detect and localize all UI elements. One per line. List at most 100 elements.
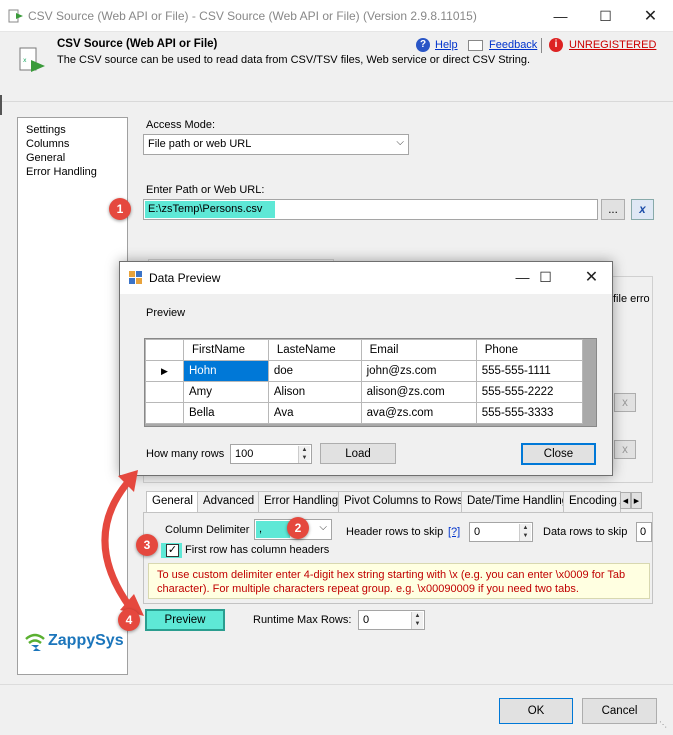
- tab-advanced[interactable]: Advanced: [197, 491, 261, 512]
- zappysys-logo: ZappySys: [24, 630, 124, 652]
- window-title: CSV Source (Web API or File) - CSV Sourc…: [28, 9, 477, 23]
- info-icon: i: [549, 38, 563, 52]
- help-icon[interactable]: ?: [416, 38, 430, 52]
- data-rows-label: Data rows to skip: [543, 526, 628, 538]
- column-header[interactable]: LasteName: [267, 339, 362, 361]
- first-row-headers-label: First row has column headers: [185, 544, 330, 556]
- preview-button[interactable]: Preview: [145, 609, 225, 631]
- sidebar-item-columns[interactable]: Columns: [26, 137, 127, 151]
- grid-cell[interactable]: alison@zs.com: [360, 381, 477, 403]
- preview-grid[interactable]: FirstName LasteName Email Phone ▶ Hohn d…: [144, 338, 597, 427]
- csv-file-icon: x: [19, 47, 45, 72]
- column-delimiter-label: Column Delimiter: [165, 524, 250, 536]
- load-button[interactable]: Load: [320, 443, 396, 464]
- first-row-headers-checkbox[interactable]: ✓: [166, 544, 179, 557]
- sidebar-item-settings[interactable]: Settings: [26, 123, 127, 137]
- header-rows-help-link[interactable]: [?]: [448, 526, 460, 538]
- grid-cell[interactable]: 555-555-3333: [475, 402, 584, 424]
- minimize-button[interactable]: —: [538, 0, 583, 32]
- delimiter-value: ,: [259, 523, 263, 535]
- row-header: [145, 381, 184, 403]
- tab-error-handling[interactable]: Error Handling: [258, 491, 345, 512]
- tab-scroll-right-icon[interactable]: ▶: [631, 492, 642, 509]
- resize-grip-icon[interactable]: ⋱: [659, 720, 669, 730]
- grid-cell[interactable]: 555-555-2222: [475, 381, 584, 403]
- grid-cell[interactable]: 555-555-1111: [475, 360, 584, 382]
- footer-divider: [0, 684, 673, 685]
- dialog-close-button[interactable]: Close: [521, 443, 596, 465]
- step-badge-3: 3: [136, 534, 158, 556]
- app-icon: [8, 9, 23, 23]
- spin-arrows-icon[interactable]: ▲ ▼: [298, 446, 310, 463]
- tab-general[interactable]: General: [146, 491, 199, 514]
- preview-window-icon: [129, 271, 142, 284]
- header-rows-stepper[interactable]: 0 ▲ ▼: [469, 522, 533, 542]
- spin-arrows-icon[interactable]: ▲ ▼: [519, 524, 531, 541]
- grid-cell-selected[interactable]: Hohn: [183, 360, 269, 382]
- step-badge-4: 4: [118, 609, 140, 631]
- data-rows-stepper[interactable]: 0: [636, 522, 652, 542]
- tab-datetime[interactable]: Date/Time Handling: [461, 491, 575, 512]
- rows-count-stepper[interactable]: 100 ▲ ▼: [230, 444, 312, 464]
- dialog-maximize-button[interactable]: ☐: [523, 262, 568, 292]
- runtime-max-rows-value: 0: [363, 614, 370, 626]
- window-titlebar: CSV Source (Web API or File) - CSV Sourc…: [0, 0, 673, 32]
- data-preview-dialog: Data Preview — ☐ ✕ Preview FirstName Las…: [119, 261, 613, 476]
- delimiter-help-note: To use custom delimiter enter 4-digit he…: [148, 563, 650, 599]
- access-mode-select[interactable]: File path or web URL ⌵: [143, 134, 409, 155]
- column-header[interactable]: Phone: [475, 339, 584, 361]
- grid-cell[interactable]: Amy: [183, 381, 269, 403]
- tab-pivot-columns[interactable]: Pivot Columns to Rows: [338, 491, 469, 512]
- sidebar-item-general[interactable]: General: [26, 151, 127, 165]
- path-input[interactable]: E:\zsTemp\Persons.csv: [143, 199, 598, 220]
- header-description: The CSV source can be used to read data …: [57, 54, 530, 66]
- wifi-logo-icon: [25, 633, 45, 651]
- browse-button[interactable]: ...: [601, 199, 625, 220]
- table-row[interactable]: Bella Ava ava@zs.com 555-555-3333: [145, 402, 584, 424]
- grid-cell[interactable]: Bella: [183, 402, 269, 424]
- grid-cell[interactable]: Alison: [267, 381, 362, 403]
- grid-cell[interactable]: Ava: [267, 402, 362, 424]
- step-badge-1: 1: [109, 198, 131, 220]
- maximize-button[interactable]: ☐: [583, 0, 628, 32]
- file-error-text: file erro: [613, 293, 650, 305]
- grid-cell[interactable]: doe: [267, 360, 362, 382]
- logo-text: ZappySys: [48, 632, 124, 649]
- chevron-down-icon: ⌵: [319, 522, 327, 533]
- close-window-button[interactable]: ✕: [628, 0, 673, 32]
- rows-count-value: 100: [235, 448, 254, 460]
- sidebar-item-error-handling[interactable]: Error Handling: [26, 165, 127, 179]
- grid-cell[interactable]: ava@zs.com: [360, 402, 477, 424]
- row-pointer-icon: ▶: [145, 360, 184, 382]
- table-row[interactable]: ▶ Hohn doe john@zs.com 555-555-1111: [145, 360, 584, 382]
- variable-x-button[interactable]: x: [631, 199, 654, 220]
- grid-corner: [145, 339, 184, 361]
- help-link[interactable]: Help: [435, 39, 458, 51]
- access-mode-label: Access Mode:: [146, 119, 216, 131]
- unregistered-link[interactable]: UNREGISTERED: [569, 39, 656, 51]
- header-title: CSV Source (Web API or File): [57, 38, 218, 50]
- column-header[interactable]: Email: [360, 339, 477, 361]
- dialog-close-icon[interactable]: ✕: [569, 262, 614, 292]
- envelope-icon: [468, 40, 483, 51]
- header-rows-value: 0: [474, 526, 481, 538]
- spin-arrows-icon[interactable]: ▲ ▼: [411, 612, 423, 629]
- edge-mark: [0, 95, 2, 115]
- runtime-max-rows-stepper[interactable]: 0 ▲ ▼: [358, 610, 425, 630]
- divider: [541, 38, 542, 53]
- column-header[interactable]: FirstName: [183, 339, 269, 361]
- background-x-button-1: x: [614, 393, 636, 412]
- svg-text:x: x: [23, 57, 27, 64]
- dialog-title: Data Preview: [149, 271, 221, 285]
- tab-encoding[interactable]: Encoding A: [563, 491, 621, 512]
- chevron-down-icon: ⌵: [396, 137, 404, 148]
- cancel-button[interactable]: Cancel: [582, 698, 657, 724]
- row-header: [145, 402, 184, 424]
- tab-scroll-left-icon[interactable]: ◀: [620, 492, 631, 509]
- feedback-link[interactable]: Feedback: [489, 39, 537, 51]
- ok-button[interactable]: OK: [499, 698, 573, 724]
- preview-group-label: Preview: [146, 307, 186, 319]
- grid-cell[interactable]: john@zs.com: [360, 360, 477, 382]
- table-row[interactable]: Amy Alison alison@zs.com 555-555-2222: [145, 381, 584, 403]
- header-rows-label: Header rows to skip: [346, 526, 444, 538]
